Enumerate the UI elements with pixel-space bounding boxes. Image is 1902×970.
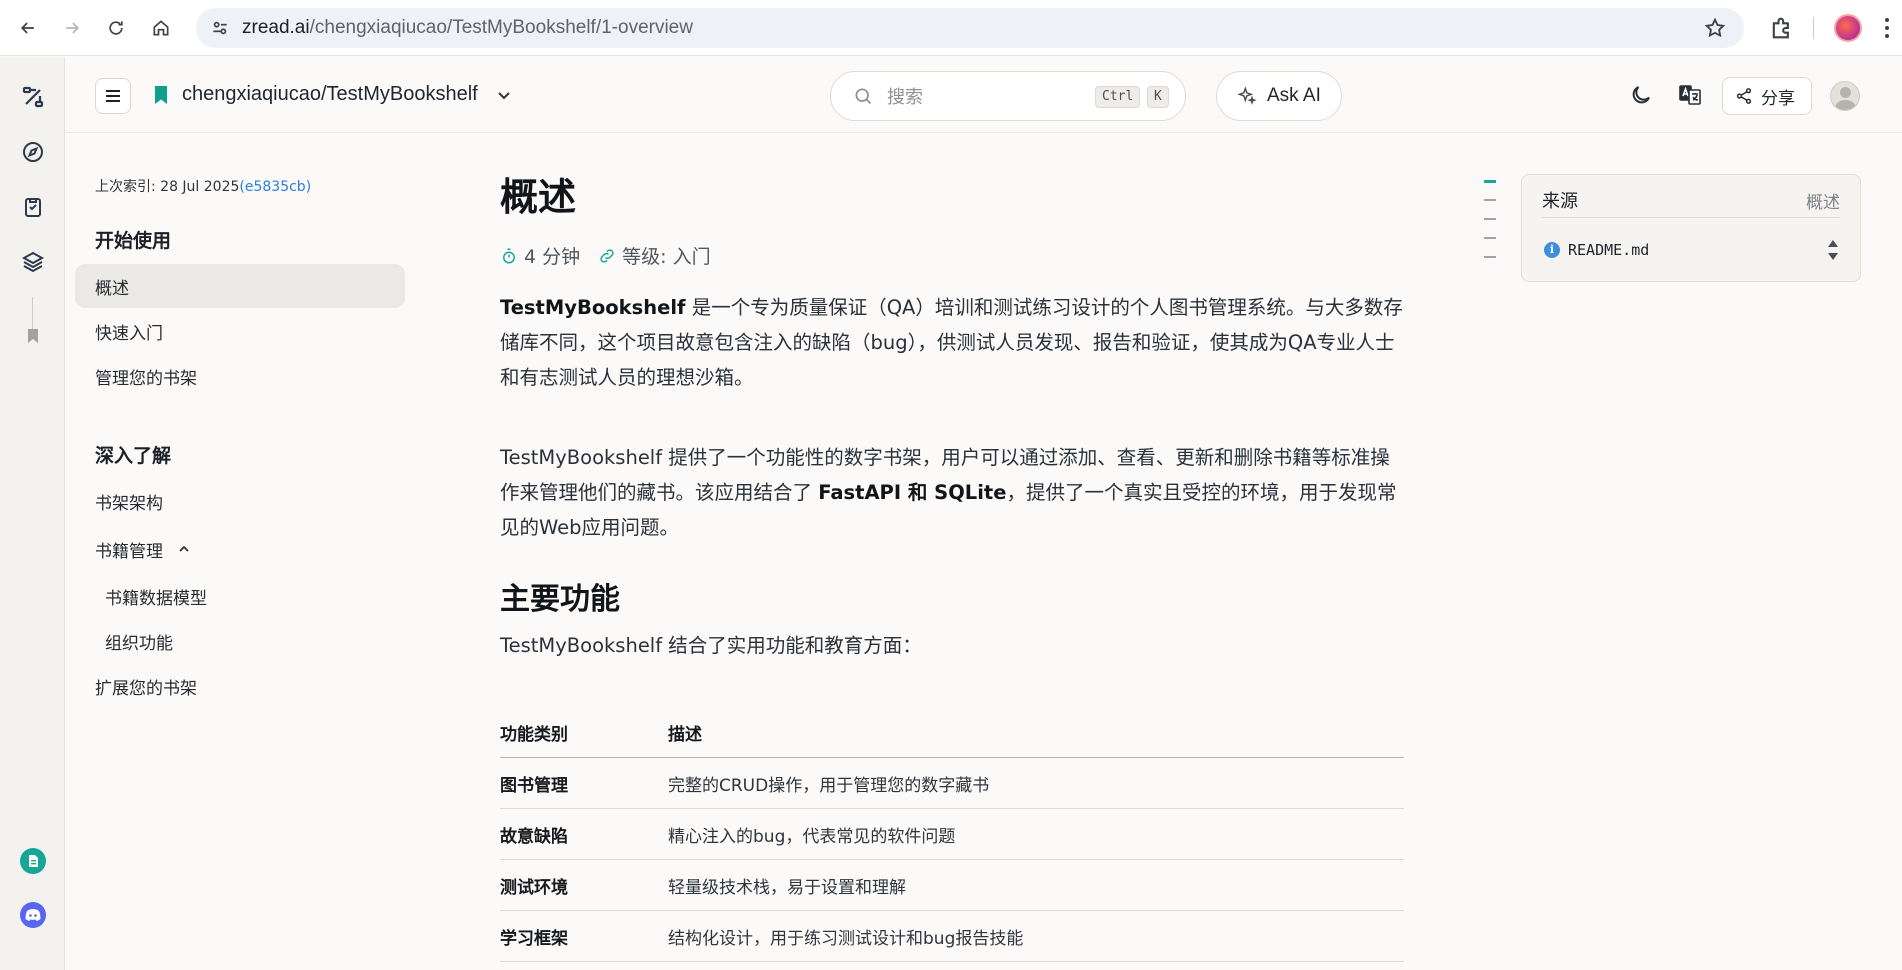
source-file-name[interactable]: README.md (1568, 241, 1649, 259)
browser-profile-avatar[interactable] (1834, 14, 1862, 42)
chevron-up-icon[interactable] (177, 542, 191, 556)
share-icon (1736, 88, 1752, 104)
toc-tick[interactable] (1484, 199, 1496, 201)
toc-tick[interactable] (1484, 237, 1496, 239)
level-text: 等级: 入门 (622, 246, 711, 268)
intro-paragraph: TestMyBookshelf 是一个专为质量保证（QA）培训和测试练习设计的个… (500, 296, 1403, 389)
dark-mode-moon-icon[interactable] (1629, 83, 1653, 107)
read-time: 4 分钟 (524, 246, 581, 268)
table-cell: 测试环境 (500, 877, 568, 898)
share-label: 分享 (1761, 88, 1795, 109)
browser-menu-icon[interactable] (1884, 16, 1890, 40)
table-row: 学习框架 结构化设计，用于练习测试设计和bug报告技能 (500, 911, 1404, 962)
docs-sidebar: 上次索引: 28 Jul 2025(e5835cb) 开始使用 概述 快速入门 … (66, 134, 426, 970)
page-title: 概述 (500, 175, 577, 219)
table-cell: 完整的CRUD操作，用于管理您的数字藏书 (668, 775, 990, 796)
source-divider (1542, 217, 1840, 218)
sidebar-item-overview[interactable]: 概述 (75, 264, 405, 308)
table-cell: 轻量级技术栈，易于设置和理解 (668, 877, 906, 898)
table-header-description: 描述 (668, 725, 702, 745)
sidebar-item-quickstart[interactable]: 快速入门 (75, 309, 405, 353)
sidebar-item-architecture[interactable]: 书架架构 (75, 479, 405, 523)
back-icon[interactable] (10, 10, 46, 46)
bookmark-icon[interactable] (28, 329, 38, 343)
doc-badge-icon[interactable] (20, 848, 46, 874)
table-row: 图书管理 完整的CRUD操作，用于管理您的数字藏书 (500, 758, 1404, 809)
repo-bookmark-icon (155, 85, 167, 104)
table-header-category: 功能类别 (500, 725, 568, 745)
ask-ai-button[interactable]: Ask AI (1216, 71, 1342, 121)
toc-tick[interactable] (1484, 256, 1496, 258)
extensions-icon[interactable] (1768, 14, 1796, 42)
source-section-label: 概述 (1806, 193, 1840, 213)
repo-graph-icon[interactable] (19, 83, 47, 111)
search-icon (855, 88, 872, 105)
rail-divider (32, 297, 33, 333)
source-panel: 来源 概述 i README.md (1521, 174, 1861, 282)
ask-ai-label: Ask AI (1267, 85, 1321, 106)
search-placeholder: 搜索 (887, 87, 923, 108)
sidebar-item-manage-bookshelf[interactable]: 管理您的书架 (75, 354, 405, 398)
app-icon-rail (0, 57, 65, 970)
section-title-getting-started: 开始使用 (95, 230, 172, 252)
hamburger-menu-icon[interactable] (95, 78, 131, 114)
features-table: 功能类别 描述 图书管理 完整的CRUD操作，用于管理您的数字藏书 故意缺陷 精… (500, 708, 1404, 962)
section-title-deep-dive: 深入了解 (95, 445, 172, 467)
layers-icon[interactable] (19, 248, 47, 276)
shortcut-ctrl: Ctrl (1095, 86, 1141, 108)
browser-toolbar: zread.ai/chengxiaqiucao/TestMyBookshelf/… (0, 0, 1902, 56)
reload-icon[interactable] (98, 10, 134, 46)
table-cell: 图书管理 (500, 775, 568, 796)
features-intro: TestMyBookshelf 结合了实用功能和教育方面： (500, 634, 922, 657)
app-header: chengxiaqiucao/TestMyBookshelf 搜索 Ctrl K… (66, 57, 1902, 133)
explore-compass-icon[interactable] (19, 138, 47, 166)
repo-name[interactable]: chengxiaqiucao/TestMyBookshelf (182, 83, 478, 106)
sidebar-item-book-data-model[interactable]: 书籍数据模型 (75, 574, 405, 618)
sidebar-item-extend-bookshelf[interactable]: 扩展您的书架 (75, 664, 405, 708)
forward-icon[interactable] (54, 10, 90, 46)
chevron-down-icon[interactable] (496, 87, 512, 103)
source-title: 来源 (1542, 191, 1578, 212)
clipboard-icon[interactable] (19, 193, 47, 221)
table-cell: 学习框架 (500, 928, 568, 949)
toc-tick[interactable] (1484, 218, 1496, 220)
search-input[interactable]: 搜索 Ctrl K (830, 71, 1186, 121)
user-avatar[interactable] (1830, 81, 1860, 111)
table-cell: 结构化设计，用于练习测试设计和bug报告技能 (668, 928, 1024, 949)
timer-icon (503, 248, 515, 263)
table-cell: 故意缺陷 (500, 826, 568, 847)
table-header-row: 功能类别 描述 (500, 708, 1404, 758)
level-icon (600, 248, 614, 263)
sort-toggle-icon[interactable] (1826, 237, 1840, 263)
translate-icon[interactable] (1678, 83, 1702, 107)
info-icon: i (1544, 242, 1560, 258)
share-button[interactable]: 分享 (1722, 77, 1812, 115)
toc-tick-active[interactable] (1484, 180, 1496, 183)
bookmark-star-icon[interactable] (1704, 17, 1726, 39)
toolbar-divider (1813, 17, 1814, 39)
url-text[interactable]: zread.ai/chengxiaqiucao/TestMyBookshelf/… (242, 17, 693, 39)
table-row: 故意缺陷 精心注入的bug，代表常见的软件问题 (500, 809, 1404, 860)
site-settings-icon[interactable] (210, 18, 230, 38)
table-row: 测试环境 轻量级技术栈，易于设置和理解 (500, 860, 1404, 911)
home-icon[interactable] (143, 10, 179, 46)
last-index-info: 上次索引: 28 Jul 2025(e5835cb) (95, 179, 312, 195)
description-paragraph: TestMyBookshelf 提供了一个功能性的数字书架，用户可以通过添加、查… (500, 446, 1397, 539)
sidebar-item-organization[interactable]: 组织功能 (75, 619, 405, 663)
source-file[interactable]: i README.md (1544, 241, 1649, 259)
sidebar-item-book-management[interactable]: 书籍管理 (75, 527, 405, 571)
shortcut-k: K (1147, 86, 1169, 108)
address-bar[interactable]: zread.ai/chengxiaqiucao/TestMyBookshelf/… (196, 8, 1744, 48)
discord-icon[interactable] (20, 902, 46, 928)
sparkle-icon (1237, 86, 1257, 105)
table-cell: 精心注入的bug，代表常见的软件问题 (668, 826, 956, 847)
section-heading-features: 主要功能 (500, 582, 620, 617)
repo-selector[interactable]: chengxiaqiucao/TestMyBookshelf (154, 83, 512, 106)
commit-hash-link[interactable]: (e5835cb) (239, 179, 311, 195)
article-meta: 4 分钟 等级: 入门 (500, 242, 711, 269)
